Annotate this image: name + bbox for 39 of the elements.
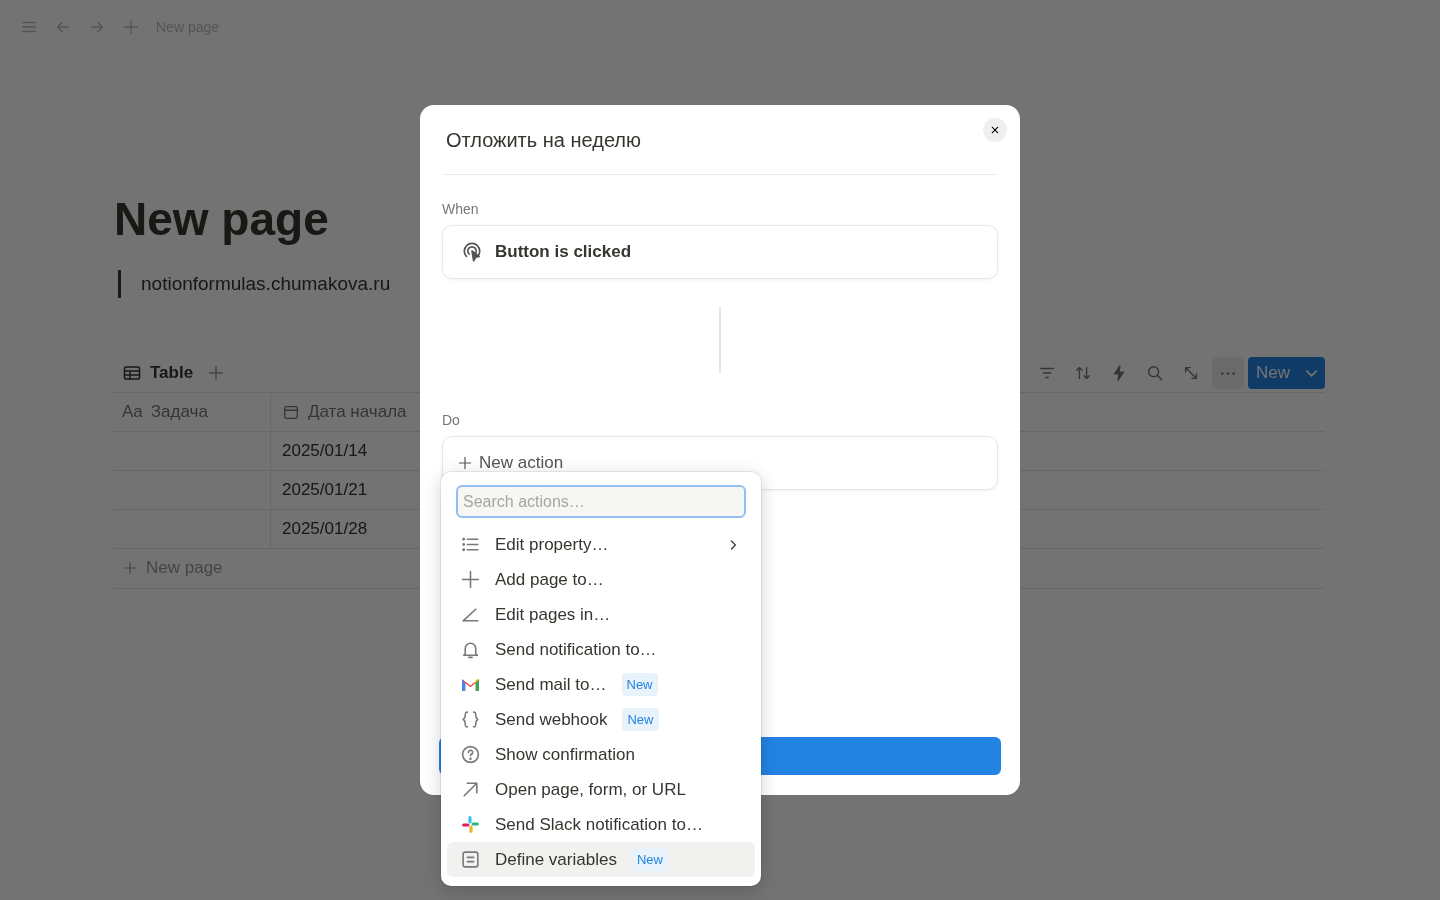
plus-icon (457, 455, 473, 471)
view-tab[interactable]: Table (122, 360, 194, 386)
menu-item[interactable]: Show confirmation (447, 737, 755, 772)
page-title: New page (114, 194, 329, 245)
more-icon (1221, 371, 1235, 375)
document-icon (460, 849, 481, 870)
search-icon[interactable] (1146, 364, 1164, 383)
menu-item[interactable]: Edit property… (447, 527, 755, 562)
search-field[interactable]: Search actions… (456, 485, 746, 518)
braces-icon (460, 709, 481, 730)
new-badge: New (631, 847, 668, 872)
menu-item[interactable]: Define variables New (447, 842, 755, 877)
plus-icon[interactable] (122, 18, 140, 36)
new-badge: New (622, 707, 659, 732)
menu-item[interactable]: Send notification to… (447, 632, 755, 667)
table-cell-text: 2025/01/14 (282, 439, 368, 462)
table-cell-text: 2025/01/21 (282, 478, 368, 501)
section-label: Do (442, 411, 461, 430)
menu-item[interactable]: Add page to… (447, 562, 755, 597)
bell-icon (460, 639, 481, 660)
menu-item[interactable]: Edit pages in… (447, 597, 755, 632)
more-button[interactable] (1212, 357, 1244, 390)
menu-item[interactable]: Send mail to… New (447, 667, 755, 702)
section-label: When (442, 200, 480, 219)
add-view-icon[interactable] (207, 364, 226, 383)
menu-item[interactable]: Open page, form, or URL (447, 772, 755, 807)
menu-item[interactable]: Send webhook New (447, 702, 755, 737)
menu-item[interactable]: Send Slack notification to… (447, 807, 755, 842)
plus-icon (460, 569, 481, 590)
title-type-icon: Aa (122, 398, 143, 425)
table-cell-text: 2025/01/28 (282, 517, 368, 540)
close-button[interactable] (983, 118, 1007, 142)
new-badge: New (621, 672, 658, 697)
click-icon (461, 241, 483, 263)
plus-icon (122, 560, 138, 577)
trigger-card[interactable]: Button is clicked (442, 225, 998, 279)
dialog-title: Отложить на неделю (446, 128, 641, 153)
question-icon (460, 744, 481, 765)
chevron-down-icon (1306, 369, 1317, 377)
